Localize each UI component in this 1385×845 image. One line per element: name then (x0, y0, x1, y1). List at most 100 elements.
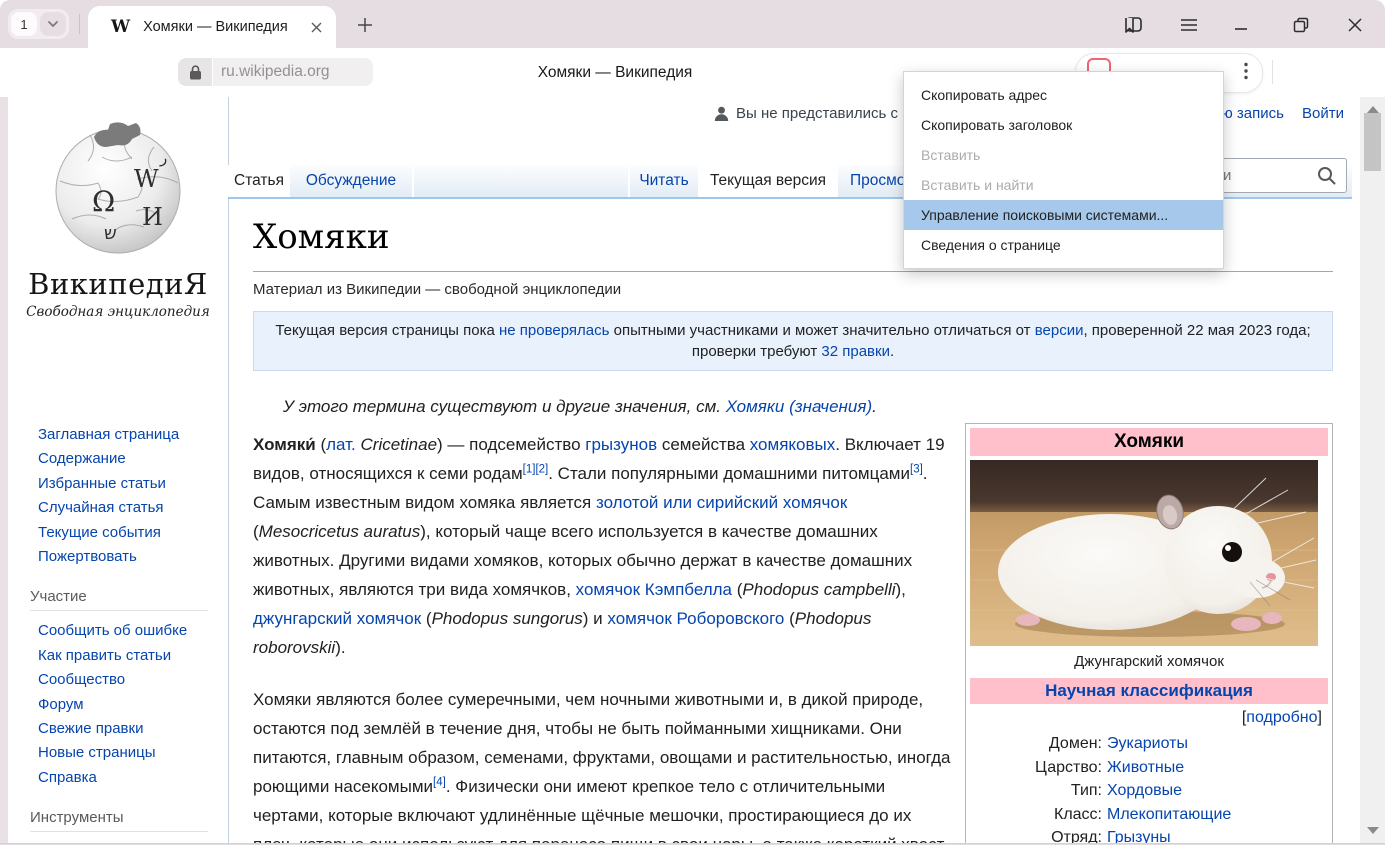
svg-text:И: И (142, 203, 163, 231)
chevron-down-icon (47, 20, 59, 28)
taxonomy-value-link[interactable]: Хордовые (1107, 779, 1328, 803)
sidebar-link[interactable]: Форум (38, 693, 218, 717)
sidebar-link[interactable]: Справка (38, 766, 218, 790)
wiki-link[interactable]: хомяковых (750, 435, 836, 454)
latin-name: Cricetinae (361, 435, 438, 454)
wiki-tab-article[interactable]: Статья (228, 165, 290, 197)
create-account-link-fragment[interactable]: ую запись (1214, 105, 1284, 122)
search-icon[interactable] (1317, 166, 1336, 185)
reference-link[interactable]: [4] (433, 776, 446, 788)
reference-link[interactable]: [3] (910, 463, 923, 475)
wiki-link[interactable]: джунгарский хомячок (253, 609, 421, 628)
plus-icon (357, 17, 373, 33)
taxobox-title: Хомяки (970, 428, 1328, 456)
scroll-down-arrow[interactable] (1367, 827, 1379, 834)
reference-link[interactable]: [1] (523, 463, 536, 475)
browser-window: 1 W Хомяки — Википедия (0, 0, 1385, 845)
context-menu-item[interactable]: Сведения о странице (904, 230, 1223, 260)
wiki-tab-talk[interactable]: Обсуждение (290, 165, 412, 197)
latin-name: Phodopus sungorus (432, 609, 583, 628)
minimize-icon (1234, 18, 1248, 32)
taxonomy-row: Отряд:Грызуны (970, 826, 1328, 843)
sidebar-link[interactable]: Избранные статьи (38, 472, 218, 496)
user-icon (714, 106, 729, 121)
login-link[interactable]: Войти (1302, 105, 1344, 122)
hatnote: У этого термина существуют и другие знач… (283, 397, 1333, 417)
sidebar-link[interactable]: Сообщить об ошибке (38, 619, 218, 643)
close-icon (311, 22, 322, 33)
sidebar-link[interactable]: Текущие события (38, 521, 218, 545)
svg-text:ש: ש (104, 223, 117, 244)
article: Хомяки Материал из Википедии — свободной… (253, 217, 1333, 843)
wikipedia-globe-icon: Ω W И ש ر (42, 111, 194, 263)
context-menu-item[interactable]: Скопировать адрес (904, 80, 1223, 110)
wiki-link[interactable]: Хомяки (значения) (726, 397, 872, 416)
wikipedia-logo[interactable]: Ω W И ש ر ВикипедиЯ Свободная энциклопед… (8, 111, 228, 320)
side-panel-button[interactable] (1120, 12, 1146, 38)
scroll-up-arrow[interactable] (1367, 106, 1379, 113)
pill-kebab-menu-button[interactable] (1244, 62, 1248, 80)
taxonomy-value-link[interactable]: Млекопитающие (1107, 803, 1328, 827)
search-text-fragment: и (1223, 167, 1231, 184)
sidebar-section-header: Участие (30, 588, 208, 611)
taxonomy-value-link[interactable]: Животные (1107, 756, 1328, 780)
personal-bar: Вы не представились с (714, 105, 898, 122)
sidebar-section-header: Инструменты (30, 809, 208, 832)
active-tab[interactable]: W Хомяки — Википедия (88, 6, 336, 48)
sidebar-link[interactable]: Как править статьи (38, 644, 218, 668)
minimize-button[interactable] (1228, 12, 1254, 38)
page-scrollbar[interactable] (1360, 97, 1385, 843)
sidebar-content-divider (228, 97, 229, 843)
maximize-restore-button[interactable] (1288, 12, 1314, 38)
wiki-tab-current[interactable]: Текущая версия (698, 165, 838, 197)
tabstrip-divider (79, 14, 80, 34)
taxonomy-value-link[interactable]: Эукариоты (1107, 732, 1328, 756)
taxonomy-row: Домен:Эукариоты (970, 732, 1328, 756)
sidebar-link[interactable]: Свежие правки (38, 717, 218, 741)
tab-group-count[interactable]: 1 (11, 12, 37, 36)
classification-link[interactable]: Научная классификация (1045, 681, 1253, 700)
context-menu-item[interactable]: Управление поисковыми системами... (904, 200, 1223, 230)
taxonomy-value-link[interactable]: Грызуны (1107, 826, 1328, 843)
wiki-tab-read[interactable]: Читать (630, 165, 698, 197)
security-lock-chip[interactable] (178, 58, 212, 86)
sidebar-group: Заглавная страницаСодержаниеИзбранные ст… (8, 423, 218, 569)
wiki-link[interactable]: хомячок Роборовского (607, 609, 784, 628)
wiki-link[interactable]: хомячок Кэмпбелла (576, 580, 732, 599)
latin-name: Mesocricetus auratus (259, 522, 421, 541)
taxonomy-row: Царство:Животные (970, 756, 1328, 780)
tab-group-chevron-button[interactable] (40, 12, 66, 36)
address-bar[interactable]: ru.wikipedia.org (213, 58, 373, 86)
sidebar-link[interactable]: Случайная статья (38, 496, 218, 520)
latin-name: Phodopus campbelli (742, 580, 895, 599)
wiki-link[interactable]: 32 правки (821, 343, 890, 360)
context-menu-item[interactable]: Скопировать заголовок (904, 110, 1223, 140)
sidebar-link[interactable]: Новые страницы (38, 741, 218, 765)
tab-separator (412, 165, 414, 197)
scrollbar-thumb[interactable] (1364, 113, 1381, 171)
hamster-photo[interactable] (970, 460, 1318, 646)
wikipedia-favicon: W (111, 17, 130, 37)
sidebar-link[interactable]: Пожертвовать (38, 545, 218, 569)
not-logged-in-text: Вы не представились с (736, 105, 898, 122)
new-tab-button[interactable] (352, 12, 378, 38)
wiki-link[interactable]: не проверялась (499, 322, 609, 339)
reference-link[interactable]: [2] (535, 463, 548, 475)
taxobox: Хомяки (965, 423, 1333, 843)
restore-window-icon (1293, 17, 1309, 33)
tab-group-control[interactable]: 1 (8, 9, 69, 39)
sidebar-link[interactable]: Содержание (38, 447, 218, 471)
wiki-link[interactable]: лат. (326, 435, 356, 454)
taxonomy-table: Домен:ЭукариотыЦарство:ЖивотныеТип:Хордо… (970, 732, 1328, 843)
sidebar-link[interactable]: Заглавная страница (38, 423, 218, 447)
wiki-link[interactable]: версии (1035, 322, 1084, 339)
toolbar-divider (1272, 60, 1273, 84)
details-link[interactable]: подробно (1246, 709, 1317, 726)
close-window-button[interactable] (1342, 12, 1368, 38)
wiki-link[interactable]: золотой или сирийский хомячок (596, 493, 847, 512)
tab-close-button[interactable] (311, 22, 322, 33)
wiki-link[interactable]: грызунов (585, 435, 657, 454)
browser-menu-button[interactable] (1176, 12, 1202, 38)
sidebar-link[interactable]: Сообщество (38, 668, 218, 692)
svg-text:W: W (134, 165, 159, 193)
